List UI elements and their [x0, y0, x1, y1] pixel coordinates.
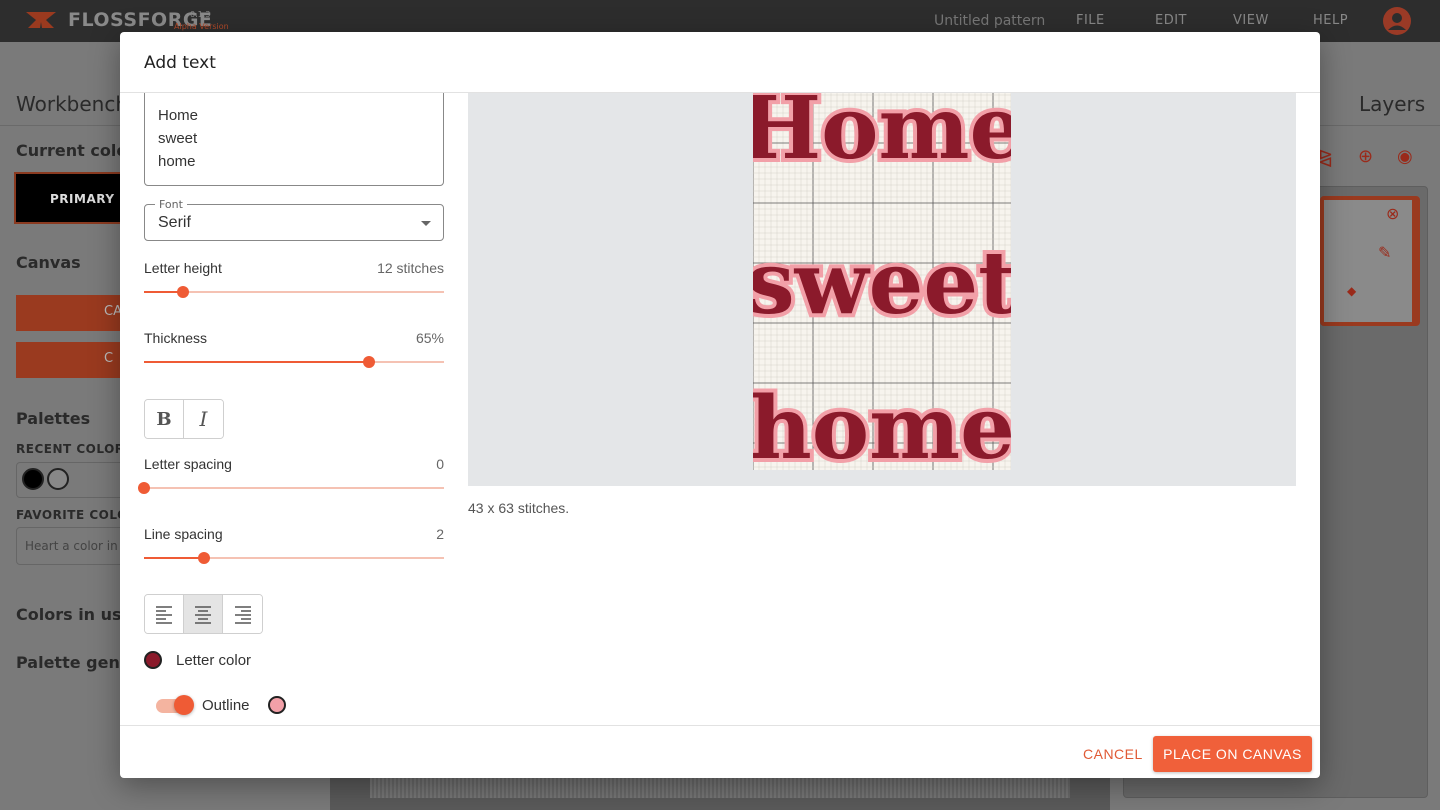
layers-title: Layers [1359, 92, 1426, 116]
menu-file[interactable]: FILE [1076, 13, 1105, 28]
eye-icon[interactable]: ◉ [1397, 146, 1413, 167]
edit-layer-icon[interactable]: ✎ [1378, 243, 1391, 262]
add-text-dialog: Add text Home sweet home Font Serif Lett… [120, 32, 1320, 778]
letter-height-slider[interactable] [144, 286, 444, 298]
dialog-body: Home sweet home Font Serif Letter height… [120, 93, 1320, 725]
outline-color-swatch[interactable] [267, 696, 286, 714]
align-center-icon [195, 606, 211, 624]
layer-card[interactable] [1320, 196, 1420, 326]
outline-row: Outline [144, 695, 286, 715]
font-value: Serif [158, 214, 191, 231]
letter-spacing-label: Letter spacing [144, 456, 232, 472]
dialog-actions: CANCEL PLACE ON CANVAS [120, 725, 1320, 778]
letter-height-value: 12 stitches [377, 260, 444, 276]
app-tagline: Alpha Version [174, 22, 229, 31]
slider-track [144, 487, 444, 489]
palettes-heading: Palettes [16, 409, 91, 428]
align-right-button[interactable] [223, 595, 262, 633]
italic-icon: I [199, 407, 208, 431]
add-layer-icon[interactable]: ⊕ [1358, 146, 1373, 167]
workbench-title: Workbench [16, 92, 128, 116]
letter-spacing-value: 0 [436, 456, 444, 472]
slider-thumb[interactable] [363, 356, 375, 368]
slider-fill [144, 557, 204, 559]
slider-thumb[interactable] [177, 286, 189, 298]
slider-thumb[interactable] [138, 482, 150, 494]
favorite-colors-box: Heart a color in the [16, 527, 126, 565]
app-version: 0.1.3 [190, 10, 211, 19]
line-spacing-value: 2 [436, 526, 444, 542]
thickness-label: Thickness [144, 330, 208, 346]
recent-color-swatch[interactable] [47, 468, 69, 490]
align-right-icon [234, 606, 251, 624]
text-input[interactable]: Home sweet home [144, 93, 444, 186]
letter-color-swatch[interactable] [144, 651, 162, 669]
align-left-button[interactable] [145, 595, 184, 633]
line-spacing-label: Line spacing [144, 526, 223, 542]
chevron-down-icon [421, 221, 431, 226]
bold-icon: B [156, 408, 172, 430]
stitch-count: 43 x 63 stitches. [468, 500, 570, 516]
pattern-title[interactable]: Untitled pattern [934, 13, 1045, 29]
preview-text-line: sweet [753, 233, 1011, 334]
thickness-slider[interactable] [144, 356, 444, 368]
canvas-strip [370, 776, 1070, 798]
letter-color-row: Letter color [144, 651, 251, 669]
text-style-group: B I [144, 399, 224, 439]
align-left-icon [156, 606, 172, 624]
thickness-value: 65% [415, 330, 444, 346]
stitch-preview-canvas: Home sweet home [753, 93, 1011, 470]
recent-color-swatch[interactable] [22, 468, 44, 490]
align-center-button[interactable] [184, 595, 223, 633]
outline-toggle[interactable] [156, 695, 194, 715]
recent-colors-heading: RECENT COLORS [16, 442, 134, 456]
bold-button[interactable]: B [145, 400, 184, 438]
letter-height-label: Letter height [144, 260, 222, 276]
text-preview: Home sweet home [468, 93, 1296, 486]
primary-color-button[interactable]: PRIMARY [14, 172, 134, 224]
letter-color-label: Letter color [176, 651, 252, 669]
palette-generator-heading: Palette gene [16, 653, 131, 672]
preview-text-line: Home [753, 93, 1011, 179]
letter-spacing-slider[interactable] [138, 482, 444, 494]
layer-visibility-off-icon[interactable]: ⧎ [1318, 147, 1333, 168]
menu-help[interactable]: HELP [1313, 13, 1348, 28]
user-icon [1388, 13, 1406, 30]
slider-track [144, 291, 444, 293]
alignment-group [144, 594, 263, 634]
font-label: Font [155, 198, 187, 211]
account-avatar[interactable] [1383, 7, 1411, 35]
place-on-canvas-button[interactable]: PLACE ON CANVAS [1153, 736, 1312, 772]
canvas-button-1[interactable]: CA [16, 295, 126, 331]
slider-thumb[interactable] [198, 552, 210, 564]
preview-text-line: home [753, 378, 1011, 470]
layer-stack-icon[interactable]: ◆ [1347, 284, 1356, 298]
slider-fill [144, 361, 369, 363]
menu-view[interactable]: VIEW [1233, 13, 1269, 28]
italic-button[interactable]: I [184, 400, 223, 438]
menu-edit[interactable]: EDIT [1155, 13, 1187, 28]
font-select[interactable]: Font Serif [144, 198, 444, 241]
cancel-button[interactable]: CANCEL [1075, 736, 1151, 772]
outline-label: Outline [202, 696, 250, 714]
colors-in-use-heading: Colors in use [16, 605, 133, 624]
line-spacing-slider[interactable] [144, 552, 444, 564]
close-layer-icon[interactable]: ⊗ [1386, 204, 1399, 223]
toggle-knob [174, 695, 194, 715]
canvas-button-2[interactable]: C [16, 342, 126, 378]
dialog-title: Add text [120, 32, 1320, 93]
logo-icon [26, 12, 56, 28]
canvas-heading: Canvas [16, 253, 81, 272]
